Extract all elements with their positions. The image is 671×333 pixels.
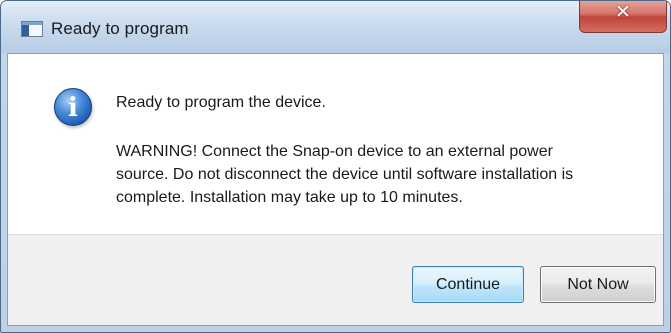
message-heading: Ready to program the device. — [116, 94, 326, 111]
message-body: WARNING! Connect the Snap-on device to a… — [116, 140, 636, 209]
message-line: WARNING! Connect the Snap-on device to a… — [116, 143, 553, 160]
dialog-window: Ready to program ✕ i Ready to program th… — [0, 0, 671, 333]
message-area: i Ready to program the device. WARNING! … — [8, 54, 663, 234]
information-icon: i — [54, 88, 92, 126]
button-bar: Continue Not Now — [8, 234, 663, 325]
title-bar[interactable]: Ready to program ✕ — [1, 1, 670, 53]
message-line: source. Do not disconnect the device unt… — [116, 166, 574, 183]
close-button[interactable]: ✕ — [579, 1, 667, 33]
close-icon: ✕ — [615, 1, 631, 23]
message-line: complete. Installation may take up to 10… — [116, 189, 463, 206]
info-glyph: i — [68, 93, 78, 123]
not-now-button[interactable]: Not Now — [540, 266, 656, 303]
window-title: Ready to program — [51, 19, 189, 38]
continue-button[interactable]: Continue — [412, 266, 524, 303]
dialog-client-area: i Ready to program the device. WARNING! … — [7, 53, 664, 326]
application-icon — [21, 21, 43, 37]
